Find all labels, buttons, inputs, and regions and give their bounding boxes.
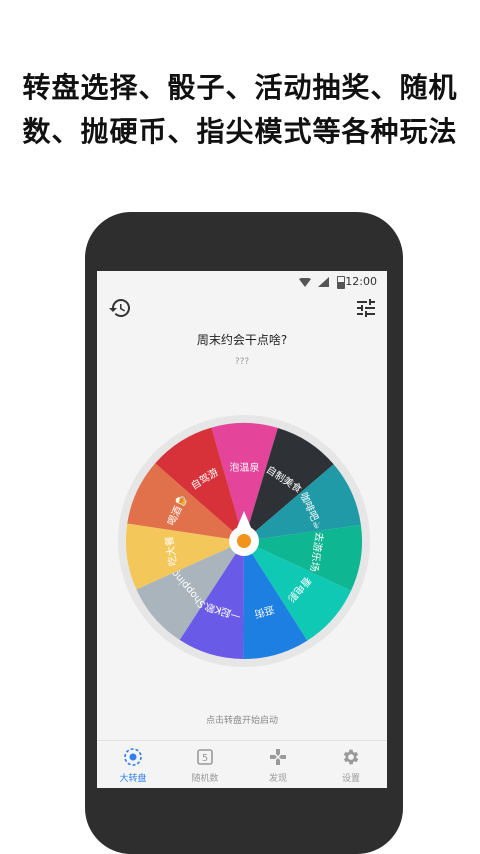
dice-number-icon: 5 [197, 749, 213, 765]
tab-random-number[interactable]: 5 随机数 [169, 741, 241, 788]
status-time: 12:00 [345, 275, 377, 288]
page-title: 周末约会干点啥? [196, 333, 288, 347]
gear-icon [343, 749, 359, 765]
tab-label: 随机数 [191, 774, 219, 784]
result-text: ??? [234, 357, 250, 367]
promo-line-2: 数、抛硬币、指尖模式等各种玩法 [22, 115, 458, 148]
wheel-target-icon [124, 748, 142, 766]
battery-icon [337, 276, 345, 289]
promo-headline: 转盘选择、骰子、活动抽奖、随机 数、抛硬币、指尖模式等各种玩法 [0, 66, 480, 154]
history-icon[interactable] [108, 296, 132, 320]
tab-label: 发现 [268, 774, 287, 784]
gamepad-icon [270, 749, 286, 765]
tab-label: 设置 [341, 774, 360, 784]
svg-text:5: 5 [202, 753, 208, 764]
app-screen: 12:00 周末约会干点啥? ??? 泡温泉 自制美食 咖啡吧☕ 去游乐场 看电影 逛街一… [97, 271, 387, 788]
tab-wheel[interactable]: 大转盘 [97, 741, 169, 788]
spin-wheel[interactable]: 泡温泉 自制美食咖啡吧☕去游乐场看电影逛街一起K歌Shopping吃大餐喝酒🍺自驾… [116, 413, 372, 669]
promo-line-1: 转盘选择、骰子、活动抽奖、随机 [22, 71, 458, 104]
sliders-icon[interactable] [354, 296, 378, 320]
bottom-tab-bar: 大转盘 5 随机数 发现 设置 [97, 740, 387, 788]
tab-settings[interactable]: 设置 [315, 741, 387, 788]
tab-label: 大转盘 [119, 774, 147, 784]
wifi-icon [299, 278, 311, 287]
status-bar: 12:00 [97, 271, 387, 293]
tab-discover[interactable]: 发现 [242, 741, 314, 788]
signal-icon [318, 277, 329, 287]
wheel-hub-dot [237, 534, 251, 548]
spin-hint: 点击转盘开始启动 [205, 716, 278, 726]
wheel-segment-label: 泡温泉 [229, 461, 259, 474]
